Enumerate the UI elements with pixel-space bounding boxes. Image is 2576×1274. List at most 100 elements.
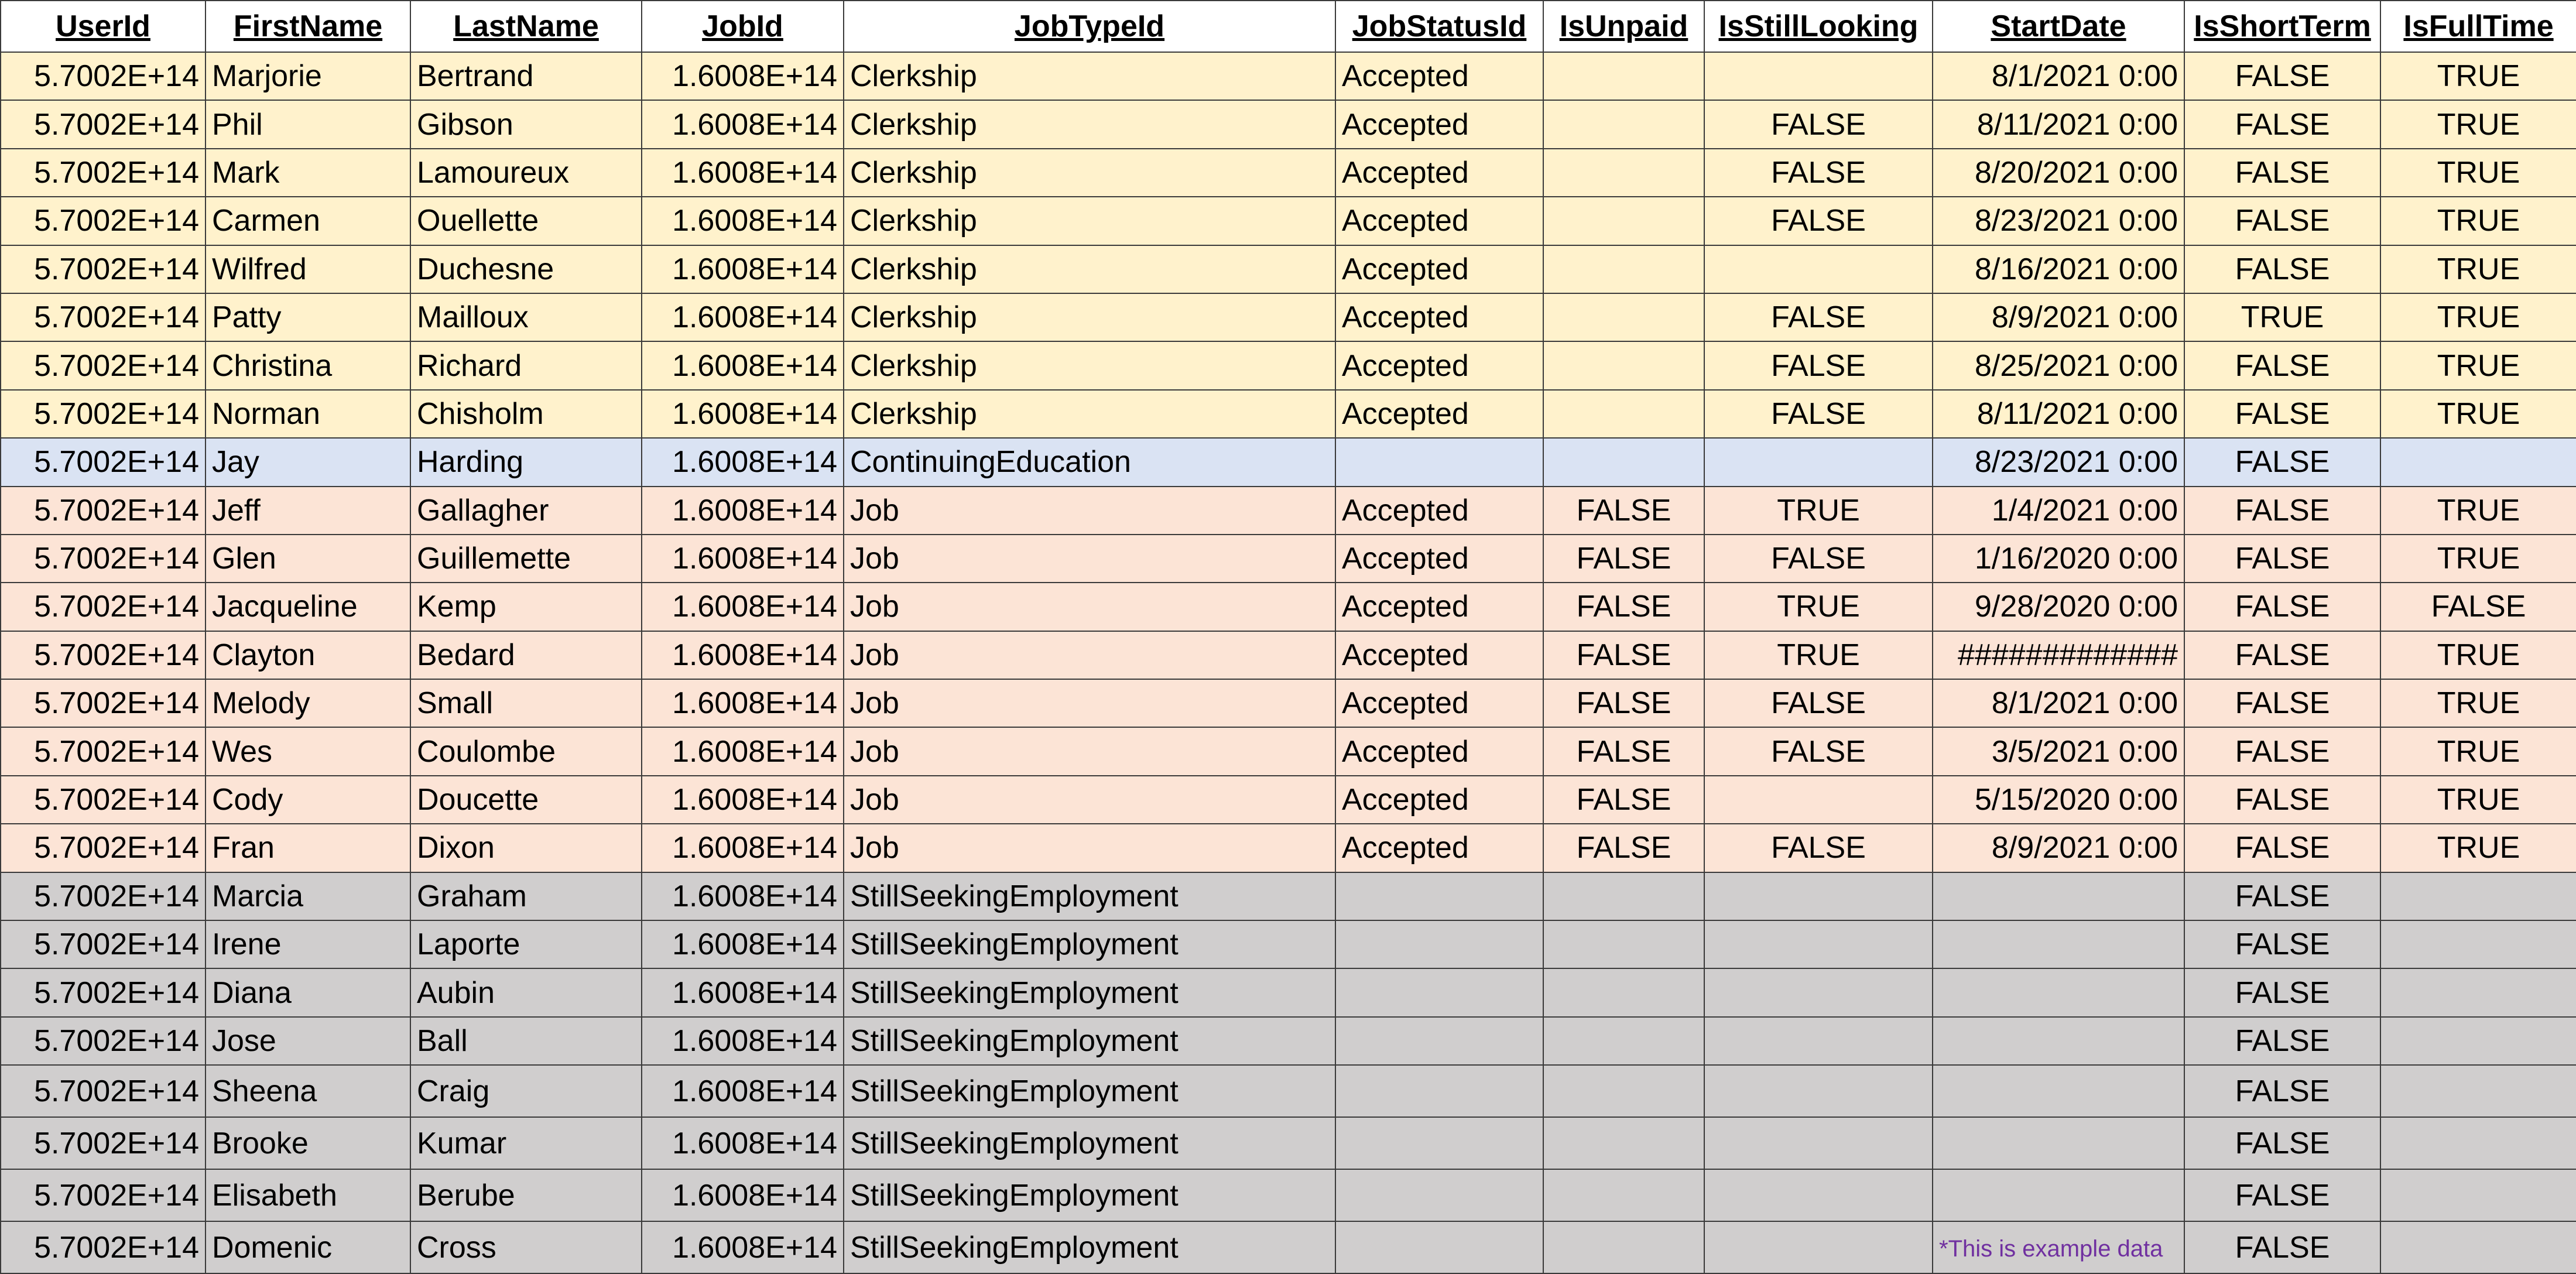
cell-jobid[interactable]: 1.6008E+14 <box>641 630 844 680</box>
cell-isunpaid[interactable]: FALSE <box>1543 727 1705 776</box>
cell-firstname[interactable]: Marcia <box>205 871 411 922</box>
cell-jobtypeid[interactable]: Clerkship <box>843 244 1336 294</box>
cell-jobid[interactable]: 1.6008E+14 <box>641 244 844 294</box>
col-header-lastname[interactable]: LastName <box>410 0 642 53</box>
cell-lastname[interactable]: Gallagher <box>410 485 642 535</box>
cell-isshortterm[interactable]: FALSE <box>2184 196 2381 246</box>
cell-isfulltime[interactable]: TRUE <box>2380 485 2576 535</box>
cell-isshortterm[interactable]: FALSE <box>2184 920 2381 970</box>
cell-isunpaid[interactable]: FALSE <box>1543 582 1705 632</box>
cell-isfulltime[interactable]: TRUE <box>2380 341 2576 391</box>
cell-userid[interactable]: 5.7002E+14 <box>0 100 206 149</box>
cell-startdate[interactable] <box>1932 920 2185 970</box>
cell-isshortterm[interactable]: FALSE <box>2184 51 2381 101</box>
cell-jobstatusid[interactable]: Accepted <box>1335 630 1544 680</box>
cell-userid[interactable]: 5.7002E+14 <box>0 968 206 1018</box>
cell-startdate[interactable]: 1/16/2020 0:00 <box>1932 533 2185 584</box>
cell-isshortterm[interactable]: FALSE <box>2184 775 2381 825</box>
cell-jobid[interactable]: 1.6008E+14 <box>641 727 844 776</box>
cell-jobid[interactable]: 1.6008E+14 <box>641 1169 844 1222</box>
cell-jobid[interactable]: 1.6008E+14 <box>641 871 844 922</box>
cell-lastname[interactable]: Ball <box>410 1016 642 1066</box>
cell-isshortterm[interactable]: FALSE <box>2184 1169 2381 1222</box>
cell-firstname[interactable]: Irene <box>205 920 411 970</box>
cell-jobstatusid[interactable]: Accepted <box>1335 341 1544 391</box>
cell-jobstatusid[interactable] <box>1335 437 1544 487</box>
cell-userid[interactable]: 5.7002E+14 <box>0 292 206 343</box>
cell-lastname[interactable]: Guillemette <box>410 533 642 584</box>
cell-jobstatusid[interactable] <box>1335 968 1544 1018</box>
cell-lastname[interactable]: Graham <box>410 871 642 922</box>
cell-jobtypeid[interactable]: Clerkship <box>843 389 1336 439</box>
cell-firstname[interactable]: Marjorie <box>205 51 411 101</box>
cell-firstname[interactable]: Sheena <box>205 1064 411 1118</box>
cell-jobstatusid[interactable]: Accepted <box>1335 823 1544 873</box>
cell-lastname[interactable]: Aubin <box>410 968 642 1018</box>
cell-jobtypeid[interactable]: StillSeekingEmployment <box>843 968 1336 1018</box>
cell-jobtypeid[interactable]: Job <box>843 775 1336 825</box>
cell-isstilllooking[interactable]: FALSE <box>1704 292 1933 343</box>
cell-jobstatusid[interactable]: Accepted <box>1335 582 1544 632</box>
cell-lastname[interactable]: Kemp <box>410 582 642 632</box>
cell-firstname[interactable]: Norman <box>205 389 411 439</box>
cell-isstilllooking[interactable] <box>1704 1221 1933 1274</box>
cell-userid[interactable]: 5.7002E+14 <box>0 920 206 970</box>
col-header-firstname[interactable]: FirstName <box>205 0 411 53</box>
cell-isshortterm[interactable]: FALSE <box>2184 485 2381 535</box>
cell-isstilllooking[interactable]: FALSE <box>1704 679 1933 728</box>
cell-startdate[interactable] <box>1932 1016 2185 1066</box>
cell-jobid[interactable]: 1.6008E+14 <box>641 968 844 1018</box>
cell-userid[interactable]: 5.7002E+14 <box>0 533 206 584</box>
cell-isfulltime[interactable]: TRUE <box>2380 775 2576 825</box>
cell-jobtypeid[interactable]: Clerkship <box>843 51 1336 101</box>
cell-isunpaid[interactable]: FALSE <box>1543 679 1705 728</box>
cell-lastname[interactable]: Bedard <box>410 630 642 680</box>
cell-jobstatusid[interactable]: Accepted <box>1335 196 1544 246</box>
cell-jobstatusid[interactable] <box>1335 920 1544 970</box>
cell-isshortterm[interactable]: FALSE <box>2184 341 2381 391</box>
cell-jobid[interactable]: 1.6008E+14 <box>641 920 844 970</box>
cell-startdate[interactable]: 8/25/2021 0:00 <box>1932 341 2185 391</box>
cell-jobstatusid[interactable] <box>1335 1064 1544 1118</box>
cell-isfulltime[interactable]: TRUE <box>2380 100 2576 149</box>
cell-jobtypeid[interactable]: Clerkship <box>843 196 1336 246</box>
cell-jobstatusid[interactable]: Accepted <box>1335 292 1544 343</box>
cell-isunpaid[interactable] <box>1543 51 1705 101</box>
cell-isstilllooking[interactable] <box>1704 1064 1933 1118</box>
cell-isshortterm[interactable]: FALSE <box>2184 1117 2381 1170</box>
cell-isshortterm[interactable]: FALSE <box>2184 1064 2381 1118</box>
cell-jobid[interactable]: 1.6008E+14 <box>641 1221 844 1274</box>
cell-jobid[interactable]: 1.6008E+14 <box>641 533 844 584</box>
cell-isunpaid[interactable]: FALSE <box>1543 630 1705 680</box>
cell-jobtypeid[interactable]: ContinuingEducation <box>843 437 1336 487</box>
cell-jobid[interactable]: 1.6008E+14 <box>641 292 844 343</box>
cell-jobstatusid[interactable] <box>1335 1117 1544 1170</box>
cell-isshortterm[interactable]: FALSE <box>2184 727 2381 776</box>
cell-isstilllooking[interactable]: TRUE <box>1704 485 1933 535</box>
cell-firstname[interactable]: Jay <box>205 437 411 487</box>
cell-isfulltime[interactable] <box>2380 920 2576 970</box>
cell-isstilllooking[interactable] <box>1704 871 1933 922</box>
cell-jobid[interactable]: 1.6008E+14 <box>641 51 844 101</box>
cell-startdate[interactable]: 8/16/2021 0:00 <box>1932 244 2185 294</box>
cell-firstname[interactable]: Carmen <box>205 196 411 246</box>
cell-isfulltime[interactable]: TRUE <box>2380 148 2576 198</box>
cell-jobid[interactable]: 1.6008E+14 <box>641 485 844 535</box>
cell-startdate[interactable] <box>1932 1117 2185 1170</box>
cell-jobstatusid[interactable]: Accepted <box>1335 389 1544 439</box>
col-header-isunpaid[interactable]: IsUnpaid <box>1543 0 1705 53</box>
cell-isfulltime[interactable]: TRUE <box>2380 727 2576 776</box>
cell-jobstatusid[interactable]: Accepted <box>1335 679 1544 728</box>
cell-jobtypeid[interactable]: Job <box>843 485 1336 535</box>
cell-isfulltime[interactable] <box>2380 437 2576 487</box>
cell-isfulltime[interactable]: TRUE <box>2380 679 2576 728</box>
col-header-jobstatusid[interactable]: JobStatusId <box>1335 0 1544 53</box>
cell-jobstatusid[interactable] <box>1335 1169 1544 1222</box>
cell-firstname[interactable]: Jeff <box>205 485 411 535</box>
cell-jobid[interactable]: 1.6008E+14 <box>641 582 844 632</box>
cell-jobstatusid[interactable]: Accepted <box>1335 148 1544 198</box>
cell-userid[interactable]: 5.7002E+14 <box>0 679 206 728</box>
cell-isunpaid[interactable] <box>1543 437 1705 487</box>
cell-isshortterm[interactable]: FALSE <box>2184 389 2381 439</box>
cell-userid[interactable]: 5.7002E+14 <box>0 727 206 776</box>
